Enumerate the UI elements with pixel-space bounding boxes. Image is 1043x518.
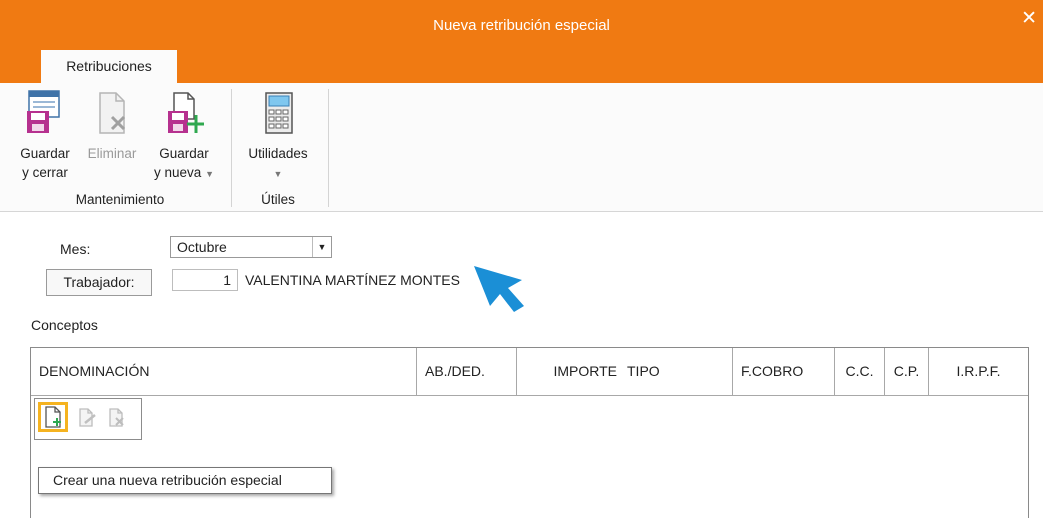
delete-label: Eliminar: [87, 146, 137, 161]
close-icon[interactable]: ✕: [1021, 7, 1037, 30]
col-cp[interactable]: C.P.: [885, 348, 929, 395]
window-title: Nueva retribución especial: [433, 17, 610, 34]
col-cc[interactable]: C.C.: [835, 348, 885, 395]
col-tipo[interactable]: TIPO: [623, 348, 733, 395]
chevron-down-icon: ▼: [205, 169, 214, 179]
utilities-label: Utilidades: [248, 146, 308, 161]
title-bar: Nueva retribución especial ✕: [0, 0, 1043, 50]
chevron-down-icon[interactable]: ▼: [312, 237, 331, 257]
save-new-label-2: y nueva: [154, 165, 202, 180]
col-ab-ded[interactable]: AB./DED.: [417, 348, 517, 395]
col-f-cobro[interactable]: F.COBRO: [733, 348, 835, 395]
group-separator: [328, 89, 329, 207]
conceptos-label: Conceptos: [31, 317, 98, 333]
edit-row-button[interactable]: [75, 405, 103, 433]
trabajador-button[interactable]: Trabajador:: [46, 269, 152, 296]
trabajador-number-input[interactable]: 1: [172, 269, 238, 291]
mes-value: Octubre: [177, 239, 227, 255]
delete-button[interactable]: Eliminar: [80, 89, 144, 163]
table-header: DENOMINACIÓN AB./DED. IMPORTE TIPO F.COB…: [31, 348, 1028, 396]
mes-select[interactable]: Octubre ▼: [170, 236, 332, 258]
save-new-label-1: Guardar: [159, 146, 209, 161]
save-close-button[interactable]: Guardar y cerrar: [14, 89, 76, 182]
save-close-label-2: y cerrar: [22, 165, 68, 180]
new-row-button[interactable]: [38, 402, 68, 432]
utilities-button[interactable]: Utilidades ▼: [238, 89, 318, 184]
col-irpf[interactable]: I.R.P.F.: [929, 348, 1028, 395]
save-close-label-1: Guardar: [20, 146, 70, 161]
save-new-icon: [168, 92, 204, 133]
edit-document-icon: [79, 408, 96, 427]
delete-doc-icon: [99, 92, 126, 134]
tab-retribuciones[interactable]: Retribuciones: [41, 50, 177, 83]
trabajador-name: VALENTINA MARTÍNEZ MONTES: [245, 272, 460, 288]
col-denominacion[interactable]: DENOMINACIÓN: [31, 348, 417, 395]
tooltip: Crear una nueva retribución especial: [38, 467, 332, 494]
pointer-arrow-icon: [474, 266, 524, 312]
group-label-mantenimiento: Mantenimiento: [75, 192, 165, 207]
col-importe[interactable]: IMPORTE: [517, 348, 623, 395]
row-toolbar: [34, 398, 142, 440]
ribbon-tabstrip: Retribuciones: [0, 50, 1043, 83]
calculator-icon: [265, 92, 293, 134]
ribbon: Guardar y cerrar Eliminar Guardar y nuev…: [0, 83, 1043, 212]
save-close-icon: [27, 90, 60, 133]
group-separator: [231, 89, 232, 207]
delete-document-icon: [109, 408, 124, 427]
mes-label: Mes:: [60, 241, 91, 257]
chevron-down-icon: ▼: [273, 169, 283, 179]
delete-row-button[interactable]: [105, 405, 133, 433]
group-label-utiles: Útiles: [261, 192, 295, 207]
new-document-icon: [45, 406, 61, 428]
save-new-button[interactable]: Guardar y nueva ▼: [148, 89, 220, 184]
